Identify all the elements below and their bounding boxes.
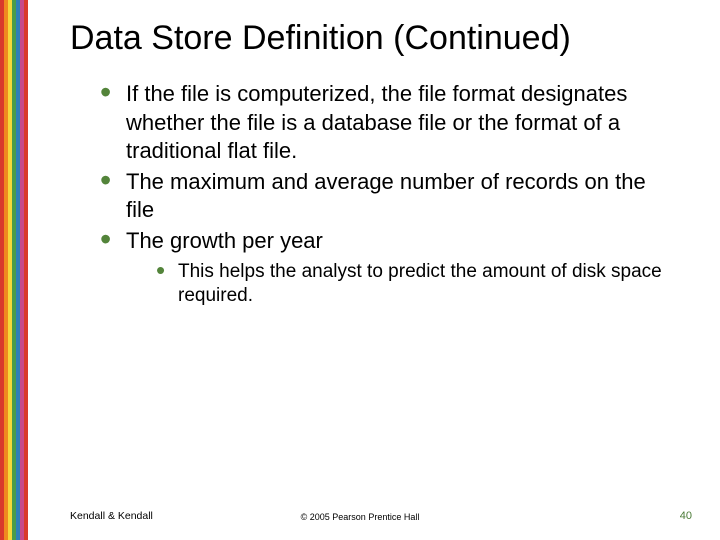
slide-title: Data Store Definition (Continued) [70,18,672,58]
bullet-item: The growth per year This helps the analy… [100,227,672,309]
footer-copyright: © 2005 Pearson Prentice Hall [0,512,720,522]
bullet-item: If the file is computerized, the file fo… [100,80,672,166]
sub-bullet-item: This helps the analyst to predict the am… [156,260,672,309]
bullet-item: The maximum and average number of record… [100,168,672,225]
slide: Data Store Definition (Continued) If the… [0,0,720,540]
sub-bullet-list: This helps the analyst to predict the am… [156,260,672,309]
bullet-list: If the file is computerized, the file fo… [100,80,672,309]
page-number: 40 [680,510,692,522]
bullet-text: The growth per year [126,228,323,253]
